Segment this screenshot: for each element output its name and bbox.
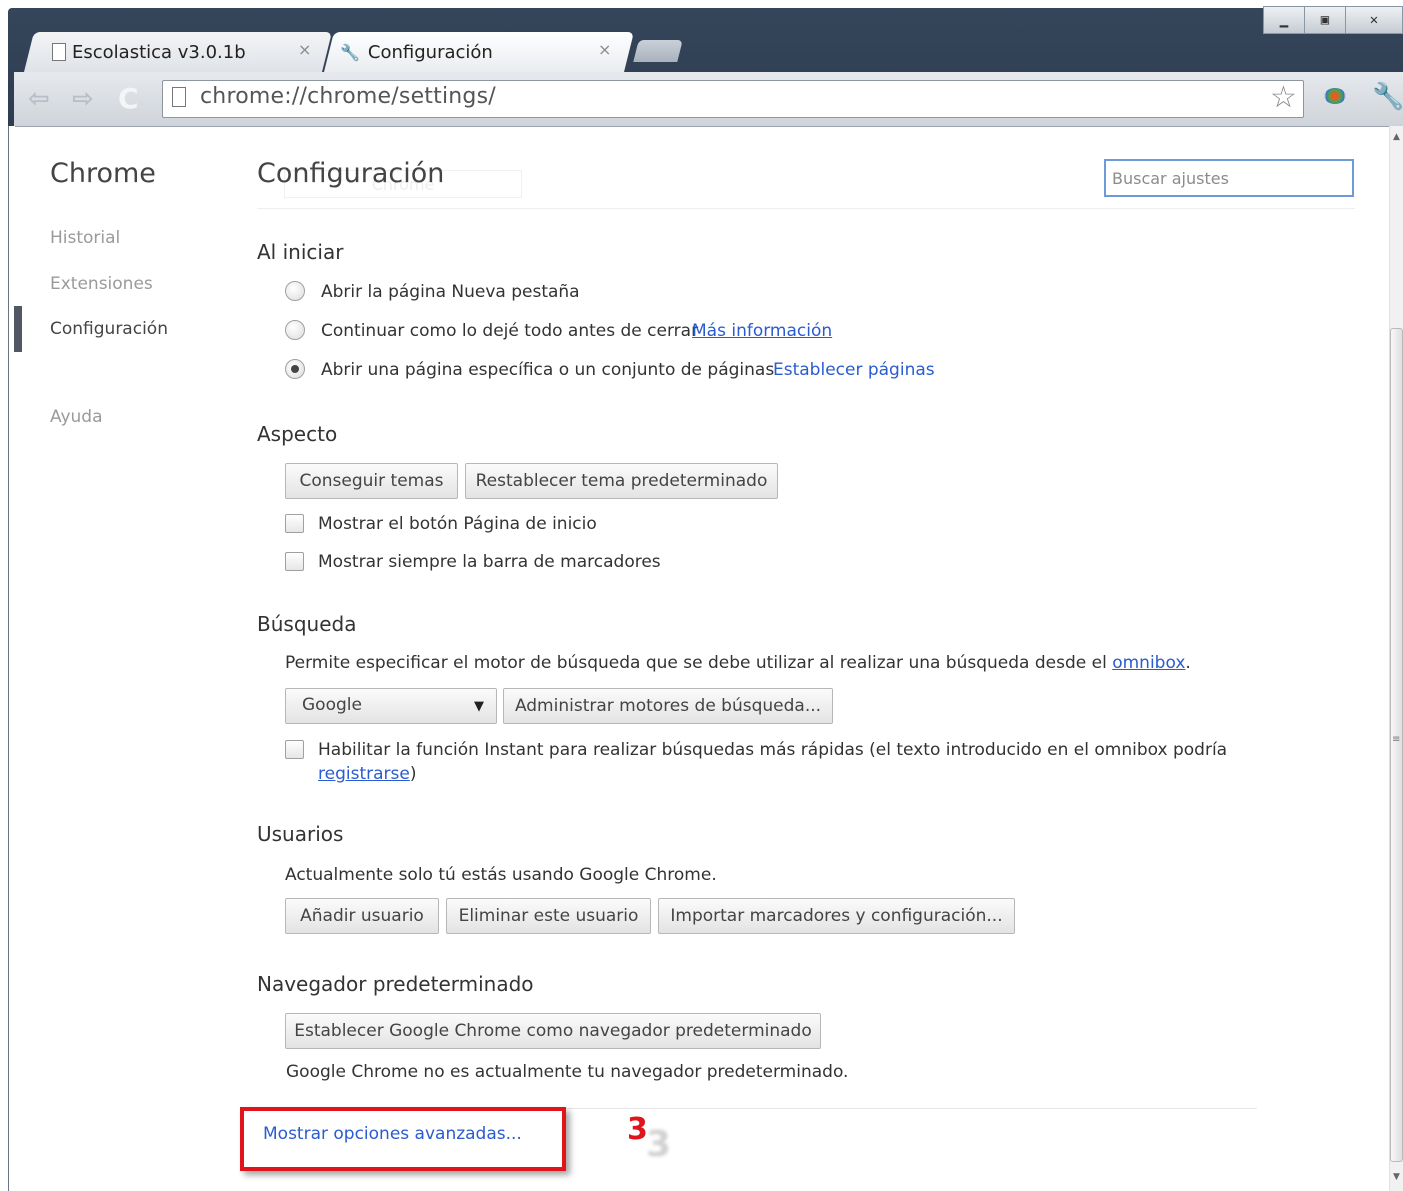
radio-specific-pages[interactable] (285, 359, 305, 379)
search-description-end: . (1185, 653, 1191, 673)
checkbox-show-home[interactable] (285, 514, 304, 533)
section-title-default-browser: Navegador predeterminado (257, 972, 534, 996)
tab-close-icon[interactable]: × (598, 40, 611, 59)
set-default-browser-button[interactable]: Establecer Google Chrome como navegador … (285, 1013, 821, 1049)
reset-theme-button[interactable]: Restablecer tema predeterminado (465, 463, 778, 499)
sidebar-item-ayuda[interactable]: Ayuda (50, 407, 103, 427)
tab-close-icon[interactable]: × (298, 40, 311, 59)
back-icon[interactable]: ⇦ (28, 84, 50, 114)
wrench-icon: 🔧 (340, 42, 360, 62)
remove-user-button[interactable]: Eliminar este usuario (446, 898, 651, 934)
wrench-menu-icon[interactable]: 🔧 (1372, 82, 1403, 112)
option-label: Abrir una página específica o un conjunt… (321, 360, 775, 380)
option-label: Mostrar siempre la barra de marcadores (318, 552, 661, 572)
more-info-link[interactable]: Más información (692, 321, 832, 341)
option-label: Mostrar el botón Página de inicio (318, 514, 597, 534)
option-label: Habilitar la función Instant para realiz… (318, 740, 1228, 760)
scroll-grip-icon: ≡ (1392, 734, 1401, 745)
close-window-button[interactable]: ✕ (1346, 7, 1402, 33)
minimize-button[interactable]: ▁ (1264, 7, 1305, 33)
search-description: Permite especificar el motor de búsqueda… (285, 653, 1191, 673)
page-icon (52, 43, 66, 61)
instant-end: ) (409, 764, 417, 784)
extension-icon[interactable] (1324, 88, 1346, 104)
step-number-shadow: 3 (646, 1124, 672, 1165)
header-divider (257, 208, 1355, 209)
get-themes-button[interactable]: Conseguir temas (285, 463, 458, 499)
checkbox-instant[interactable] (285, 740, 304, 759)
page-title: Configuración (257, 158, 445, 189)
manage-search-engines-button[interactable]: Administrar motores de búsqueda... (503, 688, 833, 724)
tab-escolastica-content: Escolastica v3.0.1b (52, 32, 246, 72)
window-controls: ▁ ▣ ✕ (1263, 6, 1403, 34)
sidebar-title: Chrome (50, 158, 156, 189)
add-user-button[interactable]: Añadir usuario (285, 898, 439, 934)
radio-new-tab[interactable] (285, 281, 305, 301)
sidebar-item-extensiones[interactable]: Extensiones (50, 274, 153, 294)
tab-configuracion-content: 🔧 Configuración (340, 32, 493, 72)
section-title-startup: Al iniciar (257, 240, 344, 264)
section-title-appearance: Aspecto (257, 422, 338, 446)
scroll-up-arrow-icon[interactable]: ▲ (1393, 132, 1400, 142)
search-engine-value: Google (302, 695, 362, 715)
section-title-users: Usuarios (257, 822, 344, 846)
step-number: 3 (627, 1112, 648, 1147)
search-description-text: Permite especificar el motor de búsqueda… (285, 653, 1107, 673)
reload-icon[interactable]: C (118, 82, 139, 115)
new-tab-button[interactable] (633, 40, 683, 62)
section-title-search: Búsqueda (257, 612, 357, 636)
url-text[interactable]: chrome://chrome/settings/ (200, 84, 496, 109)
import-bookmarks-button[interactable]: Importar marcadores y configuración... (658, 898, 1015, 934)
maximize-button[interactable]: ▣ (1305, 7, 1346, 33)
window-left-border (8, 126, 15, 1191)
dropdown-arrow-icon: ▼ (474, 699, 484, 714)
search-settings-input[interactable] (1104, 159, 1354, 197)
sidebar-item-configuracion[interactable]: Configuración (50, 319, 168, 339)
set-pages-link[interactable]: Establecer páginas (773, 360, 935, 380)
bookmark-star-icon[interactable]: ☆ (1270, 80, 1297, 115)
omnibox-link[interactable]: omnibox (1112, 653, 1185, 673)
register-link[interactable]: registrarse (318, 764, 410, 784)
highlight-box (240, 1107, 566, 1171)
tab-title: Escolastica v3.0.1b (72, 41, 246, 63)
option-label: Abrir la página Nueva pestaña (321, 282, 580, 302)
radio-continue[interactable] (285, 320, 305, 340)
page-icon (172, 87, 186, 107)
default-browser-status: Google Chrome no es actualmente tu naveg… (286, 1062, 849, 1082)
instant-second-line: registrarse) (318, 764, 416, 784)
checkbox-show-bookmarks[interactable] (285, 552, 304, 571)
users-description: Actualmente solo tú estás usando Google … (285, 865, 717, 885)
option-label: Continuar como lo dejé todo antes de cer… (321, 321, 699, 341)
forward-icon[interactable]: ⇨ (72, 84, 94, 114)
tab-title: Configuración (367, 41, 493, 63)
scrollbar-thumb[interactable] (1390, 328, 1403, 1162)
sidebar-item-historial[interactable]: Historial (50, 228, 120, 248)
sidebar-selection-marker (14, 306, 22, 352)
scroll-down-arrow-icon[interactable]: ▼ (1393, 1172, 1400, 1182)
